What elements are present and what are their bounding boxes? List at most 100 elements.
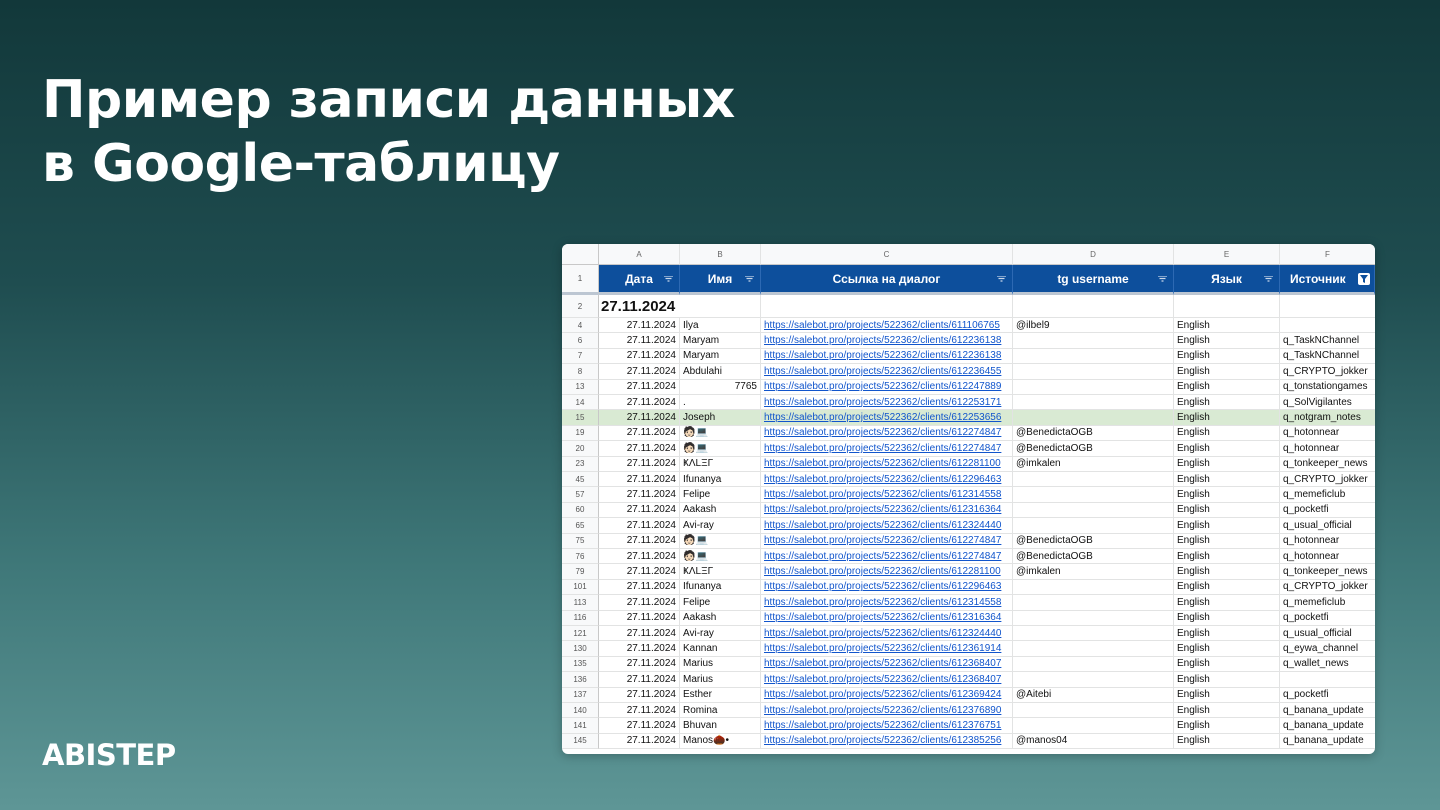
cell-date[interactable]: 27.11.2024 — [599, 379, 680, 395]
row-number[interactable]: 1 — [562, 265, 599, 295]
cell-source[interactable]: q_pocketfi — [1280, 503, 1375, 519]
cell-link[interactable]: https://salebot.pro/projects/522362/clie… — [761, 533, 1013, 549]
cell-date[interactable]: 27.11.2024 — [599, 518, 680, 534]
filter-icon[interactable] — [1158, 276, 1167, 282]
row-number[interactable]: 19 — [562, 425, 599, 442]
cell-language[interactable]: English — [1174, 348, 1280, 365]
dialog-link[interactable]: https://salebot.pro/projects/522362/clie… — [764, 350, 1001, 361]
cell-username[interactable] — [1013, 703, 1174, 719]
cell-link[interactable]: https://salebot.pro/projects/522362/clie… — [761, 441, 1013, 457]
row-number[interactable]: 20 — [562, 441, 599, 457]
cell-name[interactable]: Ilya — [680, 318, 761, 334]
filter-icon[interactable] — [664, 276, 673, 282]
cell-name[interactable]: Bhuvan — [680, 718, 761, 734]
cell-username[interactable] — [1013, 487, 1174, 503]
cell-date[interactable]: 27.11.2024 — [599, 733, 680, 750]
cell-username[interactable] — [1013, 502, 1174, 519]
column-letter-f[interactable]: F — [1280, 244, 1375, 265]
cell-name[interactable]: Ifunanya — [680, 579, 761, 596]
cell-date[interactable]: 27.11.2024 — [599, 364, 680, 380]
header-username[interactable]: tg username — [1013, 265, 1174, 295]
cell-language[interactable]: English — [1174, 456, 1280, 472]
dialog-link[interactable]: https://salebot.pro/projects/522362/clie… — [764, 535, 1001, 546]
cell-name[interactable]: 7765 — [680, 379, 761, 395]
cell-link[interactable]: https://salebot.pro/projects/522362/clie… — [761, 472, 1013, 488]
cell-date[interactable]: 27.11.2024 — [599, 549, 680, 565]
dialog-link[interactable]: https://salebot.pro/projects/522362/clie… — [764, 597, 1001, 608]
cell-username[interactable]: @manos04 — [1013, 733, 1174, 750]
cell-name[interactable]: Aakash — [680, 610, 761, 626]
cell-username[interactable] — [1013, 364, 1174, 380]
cell-source[interactable] — [1280, 672, 1375, 688]
dialog-link[interactable]: https://salebot.pro/projects/522362/clie… — [764, 735, 1001, 746]
dialog-link[interactable]: https://salebot.pro/projects/522362/clie… — [764, 581, 1001, 592]
dialog-link[interactable]: https://salebot.pro/projects/522362/clie… — [764, 335, 1001, 346]
cell-name[interactable]: Marius — [680, 672, 761, 688]
cell-language[interactable]: English — [1174, 318, 1280, 334]
dialog-link[interactable]: https://salebot.pro/projects/522362/clie… — [764, 674, 1001, 685]
cell-username[interactable]: @BenedictaOGB — [1013, 425, 1174, 442]
row-number[interactable]: 116 — [562, 610, 599, 626]
cell-username[interactable]: @BenedictaOGB — [1013, 441, 1174, 457]
cell-source[interactable]: q_banana_update — [1280, 718, 1375, 734]
cell-language[interactable]: English — [1174, 472, 1280, 488]
cell-language[interactable]: English — [1174, 672, 1280, 688]
cell-username[interactable] — [1013, 672, 1174, 688]
cell-date[interactable]: 27.11.2024 — [599, 502, 680, 519]
cell-date[interactable]: 27.11.2024 — [599, 626, 680, 642]
cell-language[interactable]: English — [1174, 641, 1280, 657]
header-name[interactable]: Имя — [680, 265, 761, 295]
cell-link[interactable]: https://salebot.pro/projects/522362/clie… — [761, 626, 1013, 642]
cell-source[interactable]: q_memeficlub — [1280, 487, 1375, 503]
cell-source[interactable]: q_hotonnear — [1280, 441, 1375, 457]
cell-name[interactable]: Maryam — [680, 333, 761, 349]
cell-source[interactable]: q_memeficlub — [1280, 595, 1375, 611]
row-number[interactable]: 130 — [562, 641, 599, 657]
cell-source[interactable]: q_wallet_news — [1280, 657, 1375, 673]
cell-date[interactable]: 27.11.2024 — [599, 703, 680, 719]
cell-link[interactable]: https://salebot.pro/projects/522362/clie… — [761, 564, 1013, 580]
cell-source[interactable]: q_usual_official — [1280, 518, 1375, 534]
dialog-link[interactable]: https://salebot.pro/projects/522362/clie… — [764, 443, 1001, 454]
cell-date[interactable]: 27.11.2024 — [599, 610, 680, 626]
dialog-link[interactable]: https://salebot.pro/projects/522362/clie… — [764, 458, 1001, 469]
cell-language[interactable]: English — [1174, 395, 1280, 411]
date-group-label[interactable]: 27.11.2024 — [599, 295, 680, 318]
dialog-link[interactable]: https://salebot.pro/projects/522362/clie… — [764, 427, 1001, 438]
dialog-link[interactable]: https://salebot.pro/projects/522362/clie… — [764, 612, 1001, 623]
cell-language[interactable]: English — [1174, 718, 1280, 734]
dialog-link[interactable]: https://salebot.pro/projects/522362/clie… — [764, 643, 1001, 654]
dialog-link[interactable]: https://salebot.pro/projects/522362/clie… — [764, 489, 1001, 500]
cell-username[interactable]: @imkalen — [1013, 564, 1174, 580]
cell-username[interactable] — [1013, 641, 1174, 657]
dialog-link[interactable]: https://salebot.pro/projects/522362/clie… — [764, 705, 1001, 716]
cell-language[interactable]: English — [1174, 487, 1280, 503]
cell-source[interactable]: q_hotonnear — [1280, 549, 1375, 565]
cell-language[interactable]: English — [1174, 626, 1280, 642]
cell-language[interactable]: English — [1174, 595, 1280, 611]
cell-language[interactable]: English — [1174, 518, 1280, 534]
column-letter-b[interactable]: B — [680, 244, 761, 265]
cell-language[interactable]: English — [1174, 656, 1280, 673]
row-number[interactable]: 57 — [562, 487, 599, 503]
row-number[interactable]: 23 — [562, 456, 599, 472]
cell-username[interactable] — [1013, 718, 1174, 734]
cell-language[interactable]: English — [1174, 441, 1280, 457]
cell-language[interactable]: English — [1174, 564, 1280, 580]
cell-source[interactable]: q_SolVigilantes — [1280, 395, 1375, 411]
column-letter-e[interactable]: E — [1174, 244, 1280, 265]
cell-name[interactable]: ҜΛLΞΓ — [680, 456, 761, 472]
cell-source[interactable]: q_pocketfi — [1280, 688, 1375, 703]
cell-language[interactable]: English — [1174, 502, 1280, 519]
cell-name[interactable]: 🧑🏻💻 — [680, 425, 761, 442]
header-link[interactable]: Ссылка на диалог — [761, 265, 1013, 295]
cell-username[interactable] — [1013, 472, 1174, 488]
cell-date[interactable]: 27.11.2024 — [599, 441, 680, 457]
cell-date[interactable]: 27.11.2024 — [599, 641, 680, 657]
cell-language[interactable]: English — [1174, 549, 1280, 565]
header-language[interactable]: Язык — [1174, 265, 1280, 295]
cell-source[interactable]: q_TaskNChannel — [1280, 333, 1375, 349]
cell-date[interactable]: 27.11.2024 — [599, 348, 680, 365]
row-number[interactable]: 136 — [562, 672, 599, 688]
row-number[interactable]: 113 — [562, 595, 599, 611]
